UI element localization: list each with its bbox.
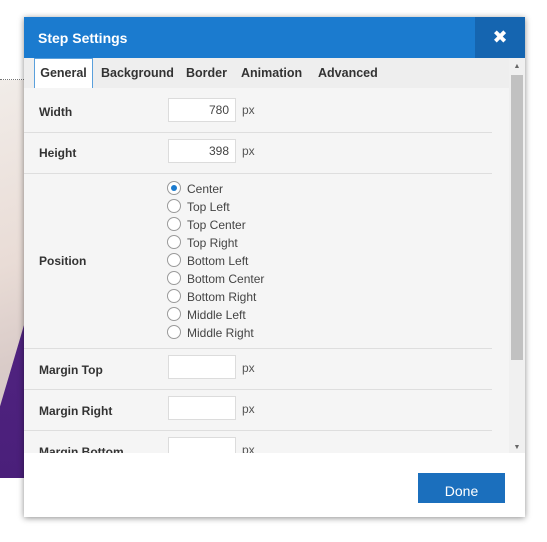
width-row: Width 780 px xyxy=(24,88,492,133)
dialog-footer: Done xyxy=(24,453,525,517)
margin-right-input[interactable] xyxy=(168,396,236,420)
dialog-title: Step Settings xyxy=(38,30,128,46)
radio-unchecked-icon xyxy=(167,289,181,303)
done-button[interactable]: Done xyxy=(418,473,505,503)
radio-unchecked-icon xyxy=(167,253,181,267)
margin-right-row: Margin Right px xyxy=(24,390,492,431)
radio-label: Middle Left xyxy=(187,308,246,322)
scroll-up-arrow-icon[interactable]: ▲ xyxy=(509,60,525,74)
tab-bar: General Background Border Animation Adva… xyxy=(24,58,509,89)
tab-advanced[interactable]: Advanced xyxy=(318,58,378,88)
margin-bottom-row: Margin Bottom px xyxy=(24,431,492,453)
margin-top-label: Margin Top xyxy=(39,363,103,377)
radio-label: Top Left xyxy=(187,200,230,214)
settings-content: Width 780 px Height 398 px Position Cent… xyxy=(24,88,509,453)
radio-unchecked-icon xyxy=(167,271,181,285)
radio-label: Bottom Left xyxy=(187,254,249,268)
dialog-titlebar: Step Settings ✖ xyxy=(24,17,525,58)
margin-bottom-input[interactable] xyxy=(168,437,236,453)
width-label: Width xyxy=(39,105,73,119)
width-unit: px xyxy=(242,103,255,117)
radio-unchecked-icon xyxy=(167,199,181,213)
radio-label: Middle Right xyxy=(187,326,254,340)
tab-animation[interactable]: Animation xyxy=(241,58,302,88)
content-scrollbar[interactable]: ▲ ▼ xyxy=(509,58,525,453)
tab-border[interactable]: Border xyxy=(186,58,227,88)
margin-top-row: Margin Top px xyxy=(24,349,492,390)
margin-top-input[interactable] xyxy=(168,355,236,379)
width-input[interactable]: 780 xyxy=(168,98,236,122)
height-row: Height 398 px xyxy=(24,133,492,174)
radio-label: Bottom Center xyxy=(187,272,265,286)
height-label: Height xyxy=(39,146,77,160)
tab-background[interactable]: Background xyxy=(101,58,174,88)
radio-unchecked-icon xyxy=(167,325,181,339)
position-label: Position xyxy=(39,254,87,268)
radio-label: Center xyxy=(187,182,224,196)
margin-bottom-unit: px xyxy=(242,443,255,453)
margin-top-unit: px xyxy=(242,361,255,375)
radio-label: Top Center xyxy=(187,218,246,232)
margin-right-label: Margin Right xyxy=(39,404,113,418)
position-row: Position Center Top Left Top Center Top … xyxy=(24,174,492,349)
margin-right-unit: px xyxy=(242,402,255,416)
close-button[interactable]: ✖ xyxy=(475,17,525,58)
radio-checked-icon xyxy=(167,181,181,195)
step-settings-dialog: Step Settings ✖ General Background Borde… xyxy=(24,17,525,517)
scroll-thumb[interactable] xyxy=(511,75,523,360)
radio-label: Top Right xyxy=(187,236,238,250)
radio-unchecked-icon xyxy=(167,217,181,231)
close-icon: ✖ xyxy=(492,27,508,47)
tab-general[interactable]: General xyxy=(34,58,93,89)
margin-bottom-label: Margin Bottom xyxy=(39,445,124,453)
radio-unchecked-icon xyxy=(167,307,181,321)
radio-unchecked-icon xyxy=(167,235,181,249)
radio-label: Bottom Right xyxy=(187,290,257,304)
height-input[interactable]: 398 xyxy=(168,139,236,163)
height-unit: px xyxy=(242,144,255,158)
